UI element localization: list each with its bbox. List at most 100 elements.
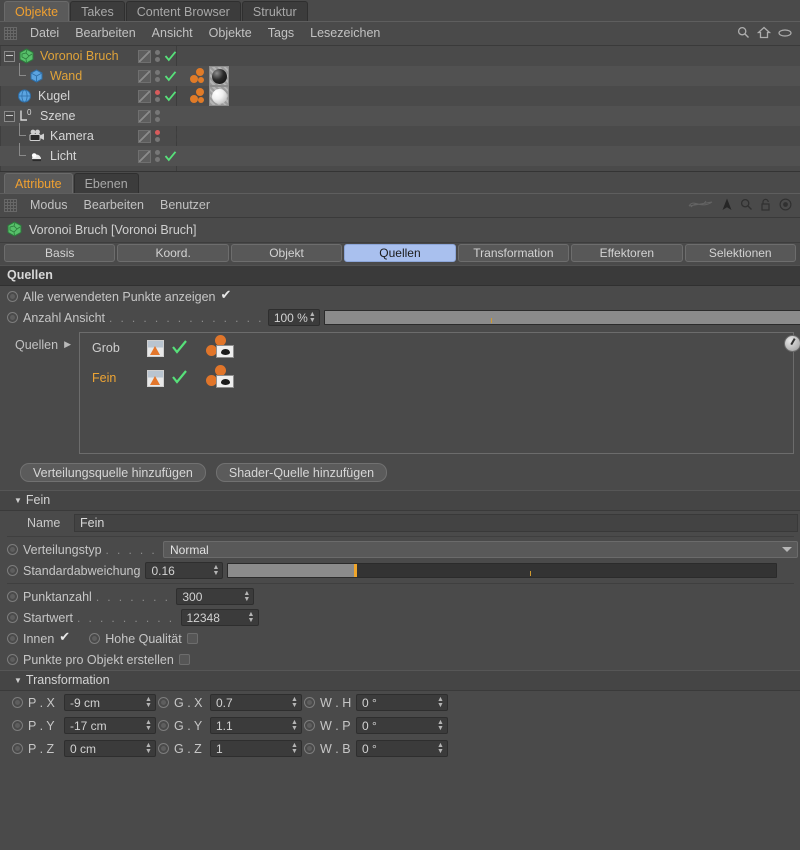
drag-grip-icon[interactable] bbox=[4, 27, 17, 40]
p-y-input[interactable]: -17 cm bbox=[64, 717, 156, 734]
visibility-dots[interactable] bbox=[154, 70, 161, 82]
visibility-dots[interactable] bbox=[154, 130, 161, 142]
sources-listbox[interactable]: Grob Fein bbox=[79, 332, 800, 454]
object-name-cell[interactable]: Voronoi Bruch bbox=[0, 46, 138, 66]
target-icon[interactable] bbox=[779, 197, 792, 214]
enabled-check-icon[interactable] bbox=[164, 150, 177, 163]
p-x-input[interactable]: -9 cm bbox=[64, 694, 156, 711]
row-show-all-points[interactable]: Alle verwendeten Punkte anzeigen bbox=[0, 286, 800, 307]
source-visibility-icon[interactable] bbox=[206, 365, 240, 391]
g-x-stepper[interactable] bbox=[290, 696, 299, 709]
object-tag-cell[interactable] bbox=[138, 146, 184, 166]
tab-transformation[interactable]: Transformation bbox=[457, 244, 570, 262]
source-enabled-check-icon[interactable] bbox=[164, 369, 194, 388]
search-icon[interactable] bbox=[737, 26, 750, 42]
row-seed[interactable]: Startwert . . . . . . . . . 12348 bbox=[0, 607, 800, 628]
field-g-x[interactable]: G . X 0.7 bbox=[158, 694, 304, 711]
animation-track-icon[interactable] bbox=[7, 633, 18, 644]
field-g-z[interactable]: G . Z 1 bbox=[158, 740, 304, 757]
menu-lesezeichen[interactable]: Lesezeichen bbox=[302, 23, 388, 44]
standard-deviation-input[interactable]: 0.16 bbox=[145, 562, 224, 579]
w-b-stepper[interactable] bbox=[436, 742, 445, 755]
menu-bearbeiten[interactable]: Bearbeiten bbox=[76, 195, 152, 216]
show-all-points-checkbox[interactable] bbox=[221, 287, 233, 303]
count-view-input[interactable]: 100 % bbox=[267, 309, 320, 326]
w-p-stepper[interactable] bbox=[436, 719, 445, 732]
visibility-dots[interactable] bbox=[154, 90, 161, 102]
tab-objekt[interactable]: Objekt bbox=[230, 244, 343, 262]
standard-deviation-slider-handle[interactable] bbox=[354, 564, 358, 577]
g-y-input[interactable]: 1.1 bbox=[210, 717, 302, 734]
add-distribution-source-button[interactable]: Verteilungsquelle hinzufügen bbox=[20, 463, 206, 482]
group-header-transformation[interactable]: ▼ Transformation bbox=[0, 670, 800, 691]
row-distribution-type[interactable]: Verteilungstyp . . . . . Normal bbox=[0, 539, 800, 560]
layer-tag-icon[interactable] bbox=[138, 69, 151, 83]
p-x-stepper[interactable] bbox=[144, 696, 153, 709]
animation-track-icon[interactable] bbox=[304, 697, 315, 708]
tab-takes[interactable]: Takes bbox=[70, 1, 125, 21]
tab-effektoren[interactable]: Effektoren bbox=[571, 244, 683, 262]
object-name-cell[interactable]: Kugel bbox=[0, 86, 138, 106]
animation-track-icon[interactable] bbox=[7, 591, 18, 602]
w-b-input[interactable]: 0 ° bbox=[356, 740, 448, 757]
object-name-cell[interactable]: 0 Szene bbox=[0, 106, 138, 126]
menu-tags[interactable]: Tags bbox=[260, 23, 302, 44]
animation-track-icon[interactable] bbox=[12, 720, 23, 731]
field-w-b[interactable]: W . B 0 ° bbox=[304, 740, 450, 757]
menu-datei[interactable]: Datei bbox=[22, 23, 67, 44]
animation-track-icon[interactable] bbox=[7, 654, 18, 665]
animation-track-icon[interactable] bbox=[7, 612, 18, 623]
visibility-dots[interactable] bbox=[154, 50, 161, 62]
list-item[interactable]: Grob bbox=[80, 333, 793, 363]
animation-track-icon[interactable] bbox=[304, 720, 315, 731]
source-thumbnail-icon[interactable] bbox=[147, 369, 164, 387]
animation-track-icon[interactable] bbox=[158, 697, 169, 708]
g-z-input[interactable]: 1 bbox=[210, 740, 302, 757]
chevron-right-icon[interactable]: ▶ bbox=[64, 338, 71, 350]
table-row[interactable]: Licht bbox=[0, 143, 800, 166]
object-tag-cell[interactable] bbox=[138, 86, 184, 106]
visibility-dots[interactable] bbox=[154, 110, 161, 122]
menu-bearbeiten[interactable]: Bearbeiten bbox=[67, 23, 143, 44]
visibility-dots[interactable] bbox=[154, 150, 161, 162]
table-row[interactable]: 0 Szene bbox=[0, 106, 800, 126]
menu-modus[interactable]: Modus bbox=[22, 195, 76, 216]
material-tag-icon[interactable] bbox=[190, 87, 207, 105]
tab-quellen[interactable]: Quellen bbox=[344, 244, 456, 262]
enabled-check-icon[interactable] bbox=[164, 50, 177, 63]
field-w-p[interactable]: W . P 0 ° bbox=[304, 717, 450, 734]
home-icon[interactable] bbox=[756, 26, 772, 42]
g-y-stepper[interactable] bbox=[290, 719, 299, 732]
row-name[interactable]: Name Fein bbox=[0, 511, 800, 534]
drag-grip-icon[interactable] bbox=[4, 199, 17, 212]
inside-checkbox[interactable] bbox=[59, 629, 71, 645]
animation-track-icon[interactable] bbox=[7, 291, 18, 302]
tab-selektionen[interactable]: Selektionen bbox=[684, 244, 796, 262]
search-icon[interactable] bbox=[740, 198, 753, 214]
enabled-check-icon[interactable] bbox=[164, 90, 177, 103]
material-thumbnail[interactable] bbox=[209, 86, 229, 106]
object-manager-tree[interactable]: Voronoi Bruch Wand Kugel 0 Szene Kamera … bbox=[0, 46, 800, 172]
point-count-stepper[interactable] bbox=[242, 590, 251, 603]
name-input[interactable]: Fein bbox=[74, 513, 798, 532]
count-view-slider[interactable] bbox=[323, 310, 800, 325]
high-quality-checkbox[interactable] bbox=[186, 633, 198, 644]
source-visibility-icon[interactable] bbox=[206, 335, 240, 361]
p-z-input[interactable]: 0 cm bbox=[64, 740, 156, 757]
object-name-cell[interactable]: Licht bbox=[0, 143, 138, 166]
menu-objekte[interactable]: Objekte bbox=[201, 23, 260, 44]
seed-stepper[interactable] bbox=[247, 611, 256, 624]
enabled-check-icon[interactable] bbox=[164, 70, 177, 83]
source-enabled-check-icon[interactable] bbox=[164, 339, 194, 358]
source-thumbnail-icon[interactable] bbox=[147, 339, 164, 357]
menu-benutzer[interactable]: Benutzer bbox=[152, 195, 218, 216]
expander-icon[interactable] bbox=[4, 50, 15, 62]
tab-attribute[interactable]: Attribute bbox=[4, 173, 73, 193]
tab-koord[interactable]: Koord. bbox=[117, 244, 229, 262]
count-view-stepper[interactable] bbox=[308, 311, 317, 324]
field-g-y[interactable]: G . Y 1.1 bbox=[158, 717, 304, 734]
layer-tag-icon[interactable] bbox=[138, 89, 151, 103]
animation-track-icon[interactable] bbox=[158, 720, 169, 731]
row-count-view[interactable]: Anzahl Ansicht . . . . . . . . . . . . .… bbox=[0, 307, 800, 328]
points-per-object-checkbox[interactable] bbox=[178, 654, 190, 665]
